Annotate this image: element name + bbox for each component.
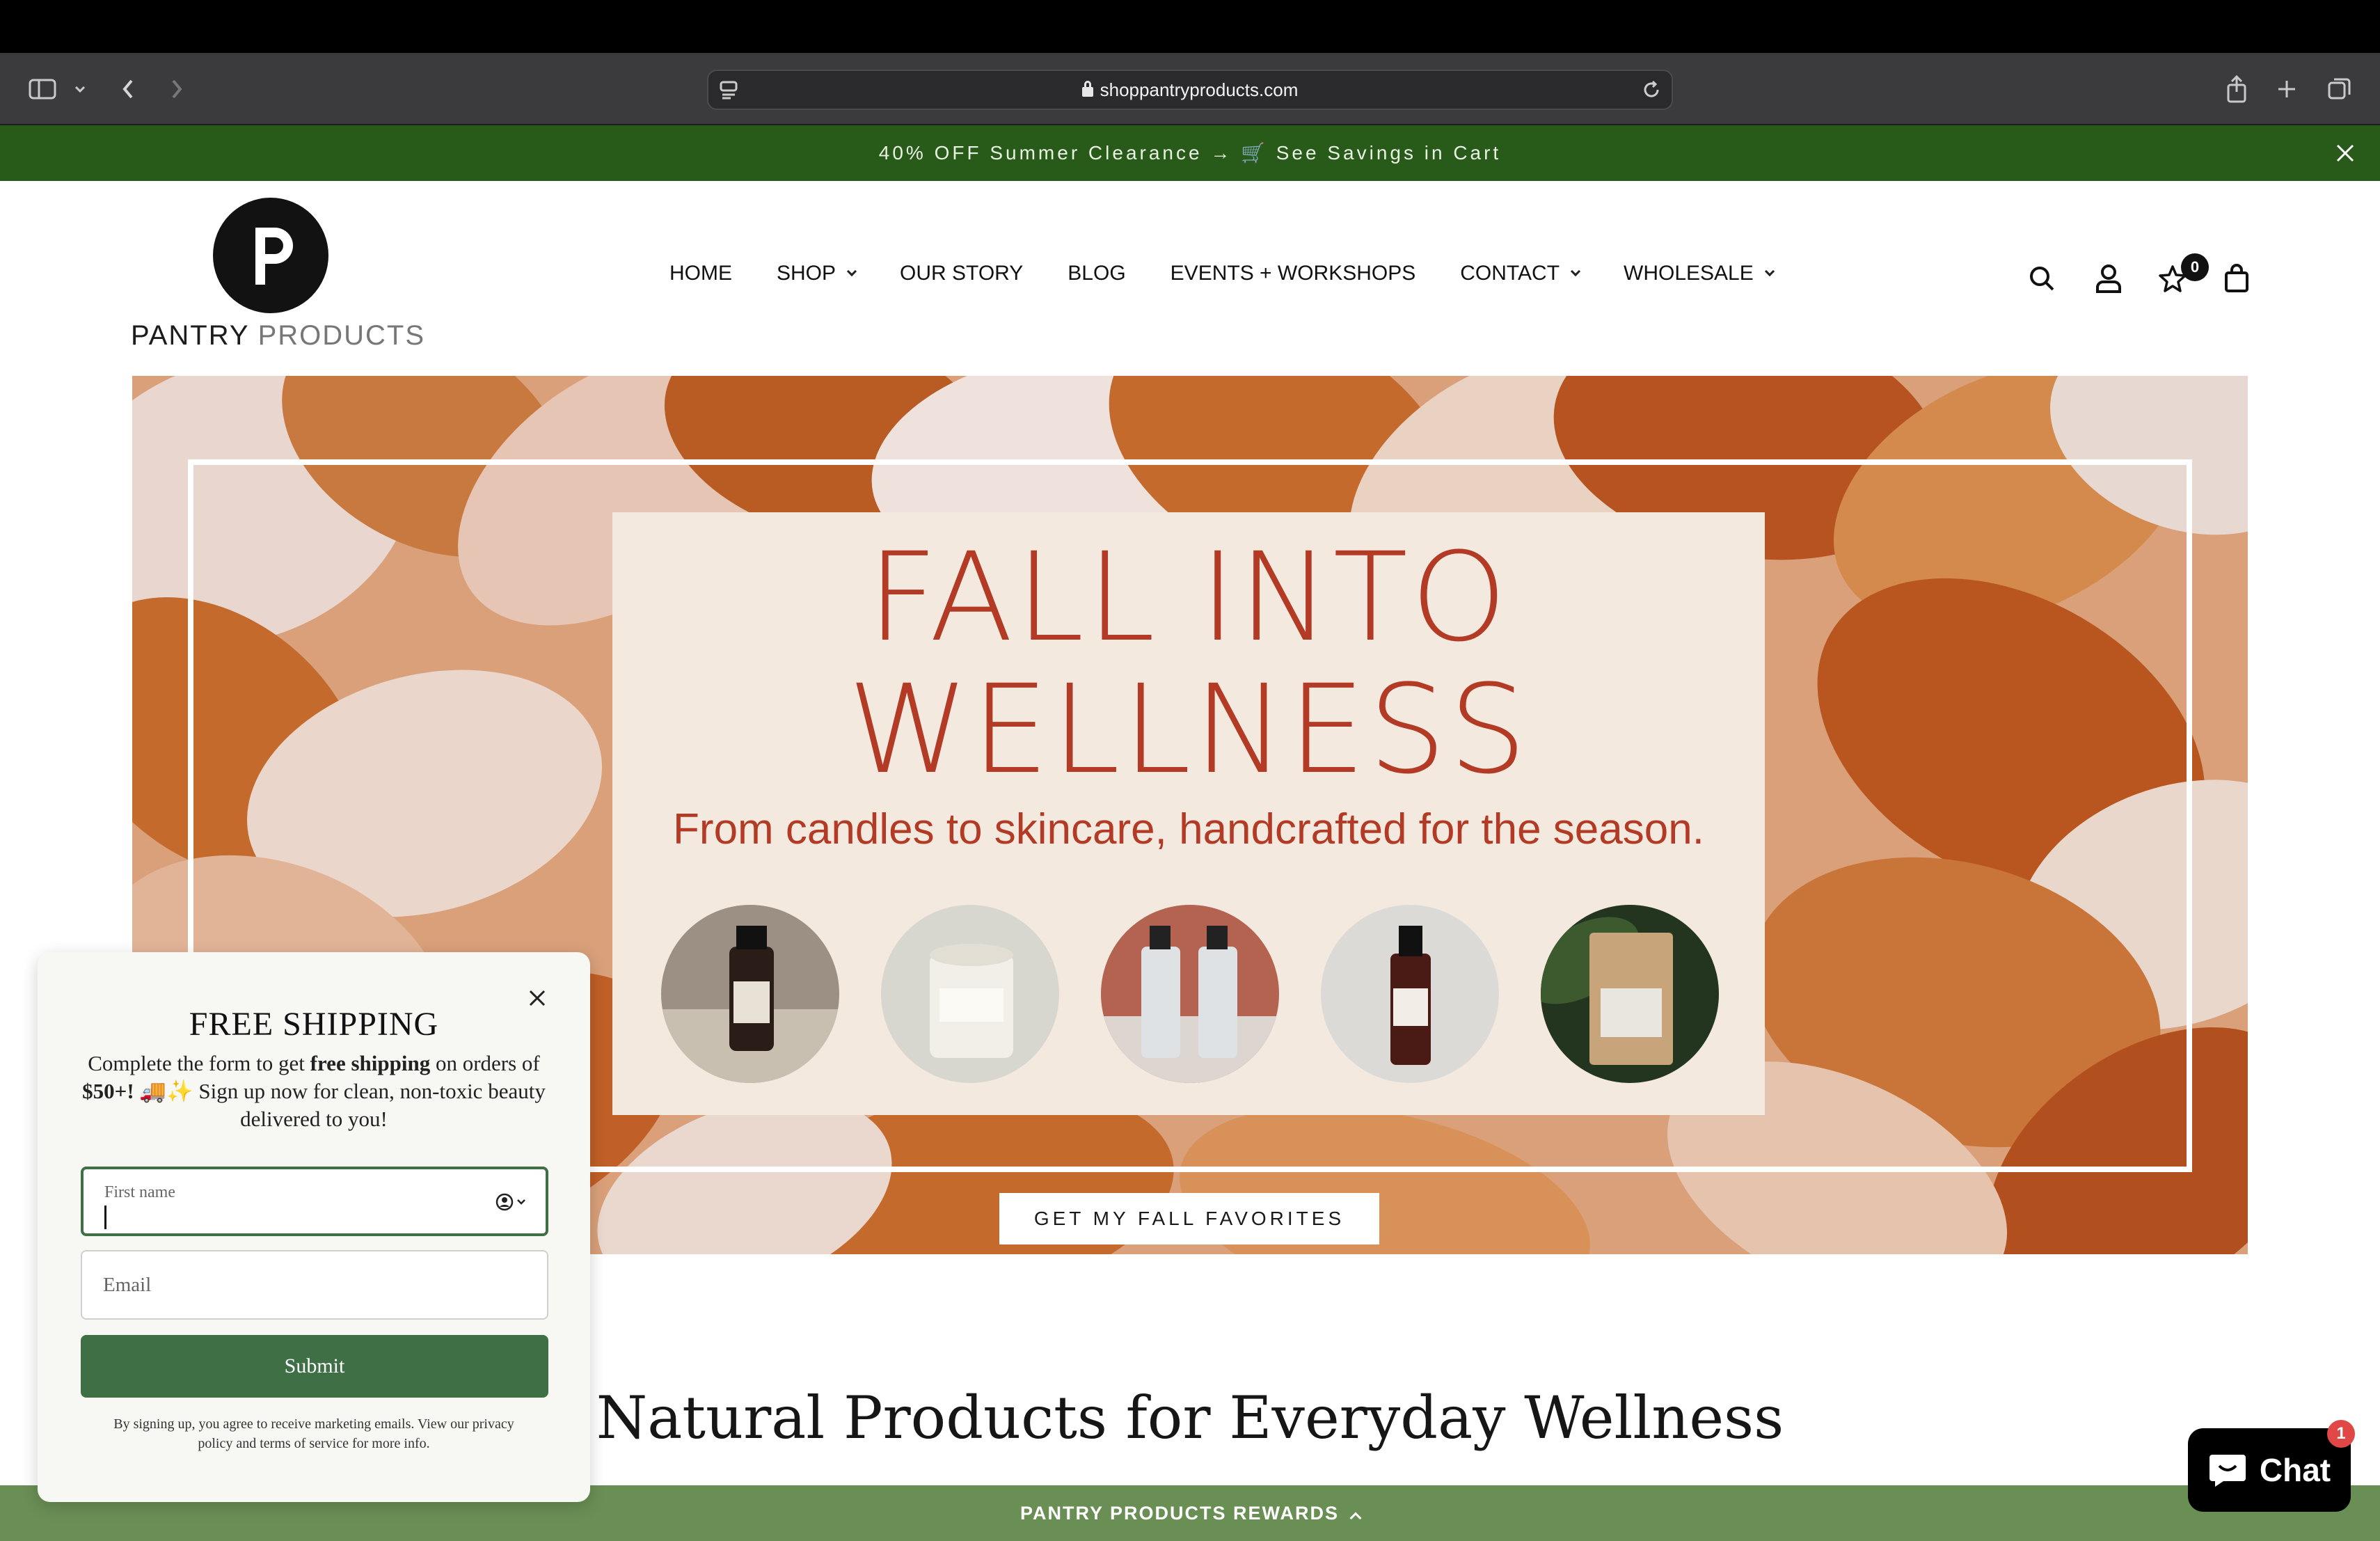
chevron-down-icon — [1764, 266, 1775, 277]
hero-subtitle: From candles to skincare, handcrafted fo… — [673, 805, 1704, 853]
popup-description: Complete the form to get free shipping o… — [72, 1050, 555, 1133]
chat-button[interactable]: Chat — [2188, 1428, 2351, 1512]
popup-text-bold: $50+! — [82, 1079, 134, 1103]
search-icon[interactable] — [2025, 262, 2058, 295]
new-tab-icon[interactable] — [2273, 70, 2301, 109]
first-name-label: First name — [104, 1183, 175, 1201]
nav-wholesale[interactable]: WHOLESALE — [1624, 262, 1775, 285]
nav-label: BLOG — [1068, 262, 1126, 285]
url-label: shoppantryproducts.com — [1100, 79, 1299, 100]
free-shipping-popup: FREE SHIPPING Complete the form to get f… — [38, 952, 590, 1502]
popup-legal-text: By signing up, you agree to receive mark… — [113, 1416, 514, 1451]
cart-bag-icon[interactable] — [2220, 262, 2253, 295]
nav-shop[interactable]: SHOP — [777, 262, 857, 285]
share-icon[interactable] — [2223, 70, 2251, 109]
logo-mark[interactable] — [213, 198, 328, 313]
autofill-contact-icon[interactable] — [495, 1193, 526, 1211]
popup-text-bold: free shipping — [310, 1051, 431, 1075]
product-image-candle — [881, 905, 1059, 1083]
announcement-bar[interactable]: 40% OFF Summer Clearance → 🛒 See Savings… — [0, 125, 2380, 181]
chat-bubble-icon — [2209, 1455, 2246, 1487]
product-image-bath-soak — [1541, 905, 1719, 1083]
nav-home[interactable]: HOME — [669, 262, 732, 285]
rewards-label: PANTRY PRODUCTS REWARDS — [1020, 1503, 1340, 1524]
email-field[interactable]: Email — [81, 1250, 548, 1320]
first-name-field[interactable]: First name — [81, 1167, 548, 1236]
get-fall-favorites-button[interactable]: GET MY FALL FAVORITES — [999, 1193, 1379, 1244]
popup-text: 🚚✨ Sign up now for clean, non-toxic beau… — [134, 1079, 546, 1131]
forward-icon[interactable] — [163, 70, 191, 109]
nav-our-story[interactable]: OUR STORY — [900, 262, 1023, 285]
nav-label: WHOLESALE — [1624, 262, 1754, 285]
address-bar[interactable]: shoppantryproducts.com — [707, 70, 1673, 110]
logo-wordmark[interactable]: PANTRY PRODUCTS — [131, 320, 425, 351]
window-titlebar — [0, 0, 2380, 53]
nav-label: HOME — [669, 262, 732, 285]
back-icon[interactable] — [114, 70, 142, 109]
popup-text: Complete the form to get — [88, 1051, 310, 1075]
account-icon[interactable] — [2092, 262, 2125, 295]
submit-button[interactable]: Submit — [81, 1335, 548, 1398]
logo-p-icon — [255, 228, 293, 285]
email-placeholder: Email — [103, 1274, 152, 1296]
product-image-two-sprays — [1101, 905, 1279, 1083]
sidebar-toggle-icon[interactable] — [25, 70, 60, 109]
nav-label: SHOP — [777, 262, 836, 285]
url-text: shoppantryproducts.com — [708, 71, 1672, 109]
browser-toolbar: shoppantryproducts.com — [0, 53, 2380, 125]
nav-label: OUR STORY — [900, 262, 1024, 285]
chat-notification-badge: 1 — [2327, 1420, 2355, 1448]
wishlist-count-badge: 0 — [2181, 253, 2209, 281]
nav-label: CONTACT — [1460, 262, 1560, 285]
product-image-spray-bottle — [661, 905, 839, 1083]
lock-icon — [1081, 81, 1093, 97]
popup-text: on orders of — [430, 1051, 540, 1075]
nav-label: EVENTS + WORKSHOPS — [1170, 262, 1416, 285]
product-image-toner — [1321, 905, 1499, 1083]
hero-card: FALL INTO WELLNESS From candles to skinc… — [612, 512, 1765, 1115]
popup-title: FREE SHIPPING — [189, 1006, 439, 1043]
announcement-text[interactable]: 40% OFF Summer Clearance → 🛒 See Savings… — [0, 125, 2380, 181]
chevron-down-icon[interactable] — [70, 70, 90, 109]
logo-word-products: PRODUCTS — [257, 320, 426, 351]
reload-icon[interactable] — [1641, 79, 1662, 104]
hero-title: FALL INTO WELLNESS — [848, 526, 1530, 801]
text-caret — [104, 1206, 106, 1229]
chevron-down-icon — [846, 266, 857, 277]
chat-label: Chat — [2259, 1452, 2331, 1488]
hero-product-images — [661, 905, 1719, 1086]
main-nav: HOME SHOP OUR STORY BLOG EVENTS + WORKSH… — [669, 262, 1775, 285]
nav-events-workshops[interactable]: EVENTS + WORKSHOPS — [1171, 262, 1416, 285]
close-icon[interactable] — [2330, 138, 2361, 168]
tab-overview-icon[interactable] — [2324, 70, 2355, 109]
nav-blog[interactable]: BLOG — [1068, 262, 1125, 285]
chevron-down-icon — [1570, 266, 1581, 277]
nav-contact[interactable]: CONTACT — [1460, 262, 1581, 285]
chevron-up-icon — [1349, 1512, 1362, 1524]
logo-word-pantry: PANTRY — [131, 320, 250, 351]
